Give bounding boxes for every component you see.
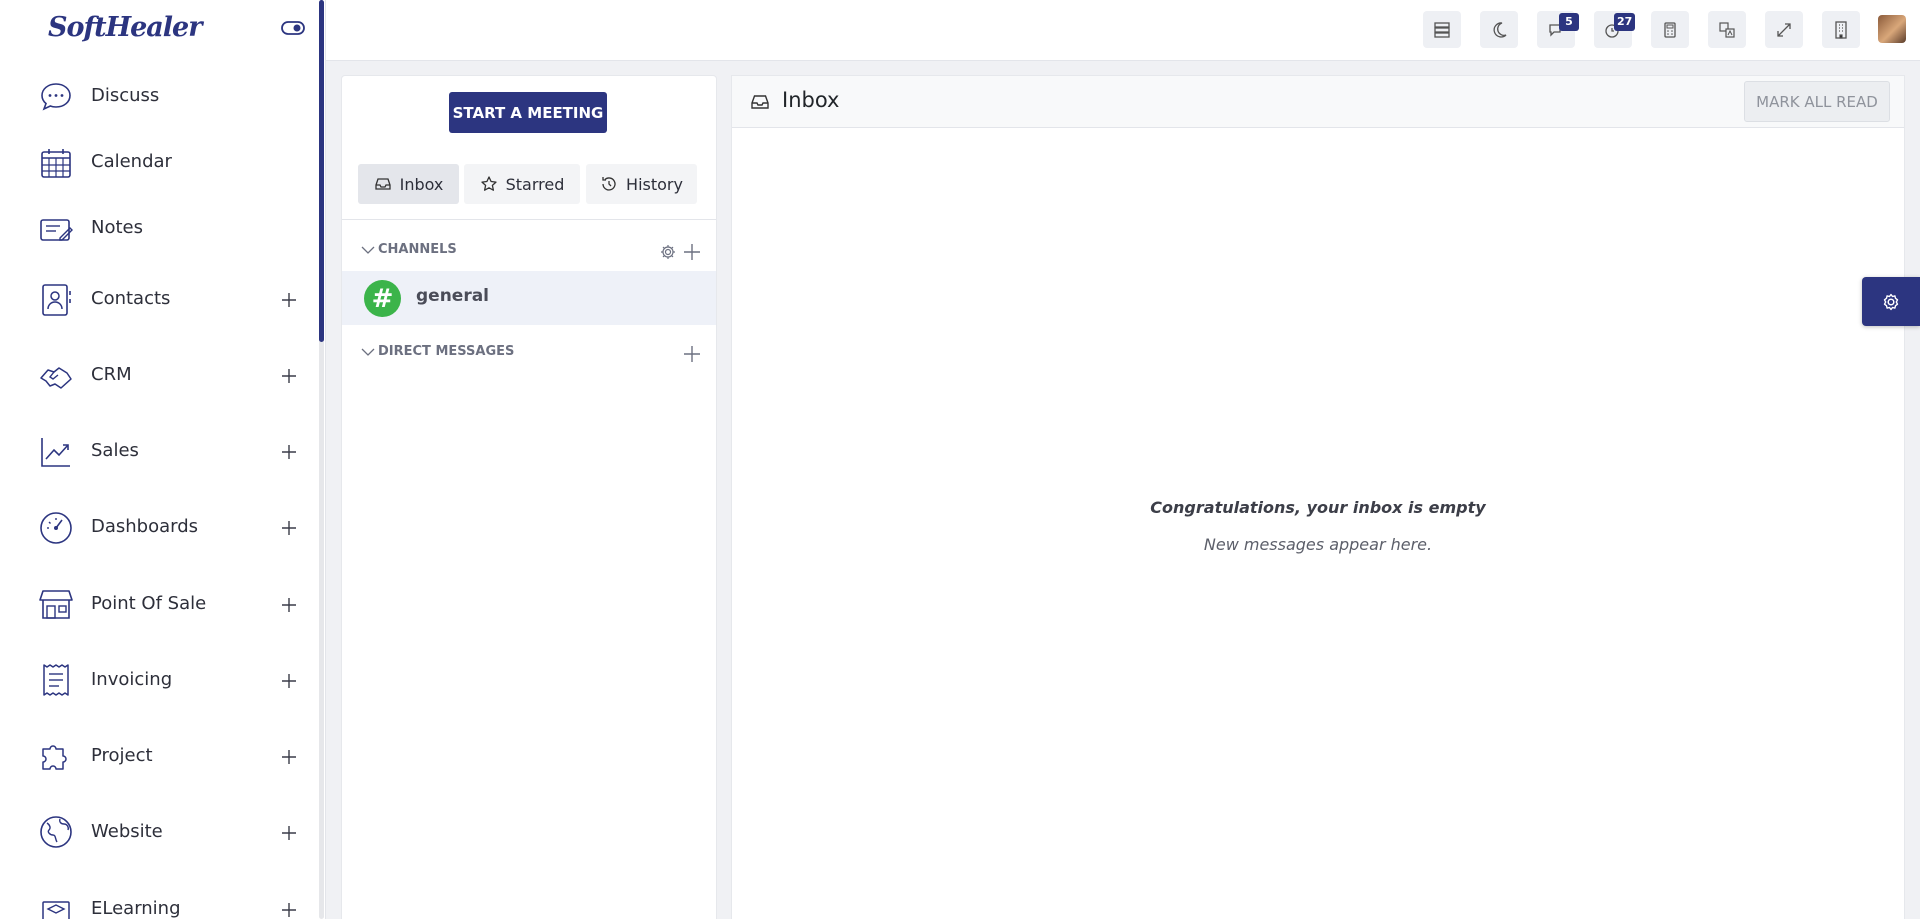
sidebar-item-label: ELearning	[91, 898, 181, 919]
graduation-icon	[42, 901, 70, 919]
sidebar-item-label: Website	[91, 821, 163, 842]
puzzle-icon	[42, 745, 67, 770]
inbox-icon	[751, 95, 769, 109]
add-channel-icon[interactable]	[683, 243, 701, 261]
user-avatar[interactable]	[1878, 15, 1906, 43]
sidebar-item-label: Contacts	[91, 288, 171, 309]
discuss-sidebar: START A MEETING Inbox Starred History CH…	[342, 76, 716, 919]
calculator-icon	[1664, 21, 1676, 38]
add-direct-message-icon[interactable]	[683, 345, 701, 363]
tab-starred[interactable]: Starred	[464, 164, 580, 204]
gear-icon[interactable]	[659, 243, 677, 261]
expand-plus-icon[interactable]	[280, 443, 298, 461]
brand-logo[interactable]: SoftHealer	[48, 12, 202, 43]
fullscreen-button[interactable]	[1765, 11, 1803, 48]
moon-icon	[1493, 21, 1507, 38]
direct-messages-header[interactable]: DIRECT MESSAGES	[360, 344, 514, 359]
channels-header[interactable]: CHANNELS	[360, 242, 457, 257]
channel-item-general[interactable]: # general	[342, 271, 716, 325]
gear-icon	[1883, 293, 1899, 310]
server-list-icon	[1434, 21, 1450, 38]
inbox-header: Inbox MARK ALL READ	[732, 76, 1904, 128]
star-icon	[480, 176, 497, 191]
expand-plus-icon[interactable]	[280, 519, 298, 537]
receipt-icon	[43, 664, 69, 696]
tab-inbox[interactable]: Inbox	[358, 164, 459, 204]
channels-header-label: CHANNELS	[378, 242, 457, 257]
panel-divider	[342, 219, 716, 220]
contact-book-icon	[42, 284, 71, 316]
inbox-thread-view: Inbox MARK ALL READ Congratulations, you…	[732, 76, 1904, 919]
history-icon	[602, 177, 616, 191]
tab-label: Inbox	[399, 174, 444, 194]
activities-count-badge: 27	[1614, 13, 1636, 31]
tab-label: Starred	[505, 174, 565, 194]
topbar: 5 27	[326, 0, 1920, 61]
channel-avatar: #	[364, 280, 401, 317]
calendar-icon	[41, 149, 71, 178]
sidebar-scrollbar-thumb[interactable]	[319, 0, 324, 342]
building-icon	[1835, 20, 1847, 39]
handshake-icon	[40, 367, 72, 389]
activities-button[interactable]: 27	[1594, 11, 1636, 48]
calculator-button[interactable]	[1651, 11, 1689, 48]
start-meeting-button[interactable]: START A MEETING	[449, 92, 607, 133]
sidebar-item-label: Calendar	[91, 151, 172, 172]
expand-plus-icon[interactable]	[280, 748, 298, 766]
empty-inbox-title: Congratulations, your inbox is empty	[1150, 498, 1486, 517]
tab-history[interactable]: History	[586, 164, 697, 204]
globe-icon	[40, 816, 72, 848]
messages-count-badge: 5	[1559, 13, 1579, 31]
mark-all-read-button[interactable]: MARK ALL READ	[1744, 81, 1890, 122]
empty-inbox-subtitle: New messages appear here.	[1203, 535, 1433, 554]
channel-name: general	[416, 286, 490, 306]
sidebar-scrollbar[interactable]	[319, 0, 324, 919]
sidebar-item-label: Project	[91, 745, 153, 766]
expand-plus-icon[interactable]	[280, 596, 298, 614]
shop-icon	[39, 590, 73, 619]
expand-icon	[1777, 22, 1791, 37]
sidebar-item-label: Discuss	[91, 85, 160, 106]
expand-plus-icon[interactable]	[280, 672, 298, 690]
sidebar: SoftHealer Discuss Calendar Notes Contac…	[0, 0, 326, 919]
server-list-button[interactable]	[1423, 11, 1461, 48]
translate-icon	[1719, 21, 1735, 38]
sidebar-item-label: CRM	[91, 364, 132, 385]
inbox-icon	[374, 178, 391, 190]
sidebar-toggle-icon[interactable]	[281, 20, 305, 36]
trend-chart-icon	[41, 438, 70, 467]
translate-button[interactable]	[1708, 11, 1746, 48]
tab-label: History	[626, 174, 683, 194]
dark-mode-button[interactable]	[1480, 11, 1518, 48]
expand-plus-icon[interactable]	[280, 367, 298, 385]
sidebar-item-label: Point Of Sale	[91, 593, 207, 614]
sidebar-item-label: Sales	[91, 440, 139, 461]
direct-messages-header-label: DIRECT MESSAGES	[378, 344, 515, 359]
gauge-icon	[40, 512, 72, 544]
theme-customizer-button[interactable]	[1862, 277, 1920, 326]
company-switcher-button[interactable]	[1822, 11, 1860, 48]
expand-plus-icon[interactable]	[280, 824, 298, 842]
sidebar-item-label: Dashboards	[91, 516, 199, 537]
chevron-down-icon	[361, 246, 375, 254]
expand-plus-icon[interactable]	[280, 291, 298, 309]
messages-button[interactable]: 5	[1537, 11, 1579, 48]
expand-plus-icon[interactable]	[280, 901, 298, 919]
chevron-down-icon	[361, 348, 375, 356]
note-pencil-icon	[40, 219, 73, 241]
chat-bubble-icon	[41, 83, 71, 111]
sidebar-item-label: Notes	[91, 217, 143, 238]
page-title: Inbox	[782, 88, 840, 112]
sidebar-item-label: Invoicing	[91, 669, 173, 690]
